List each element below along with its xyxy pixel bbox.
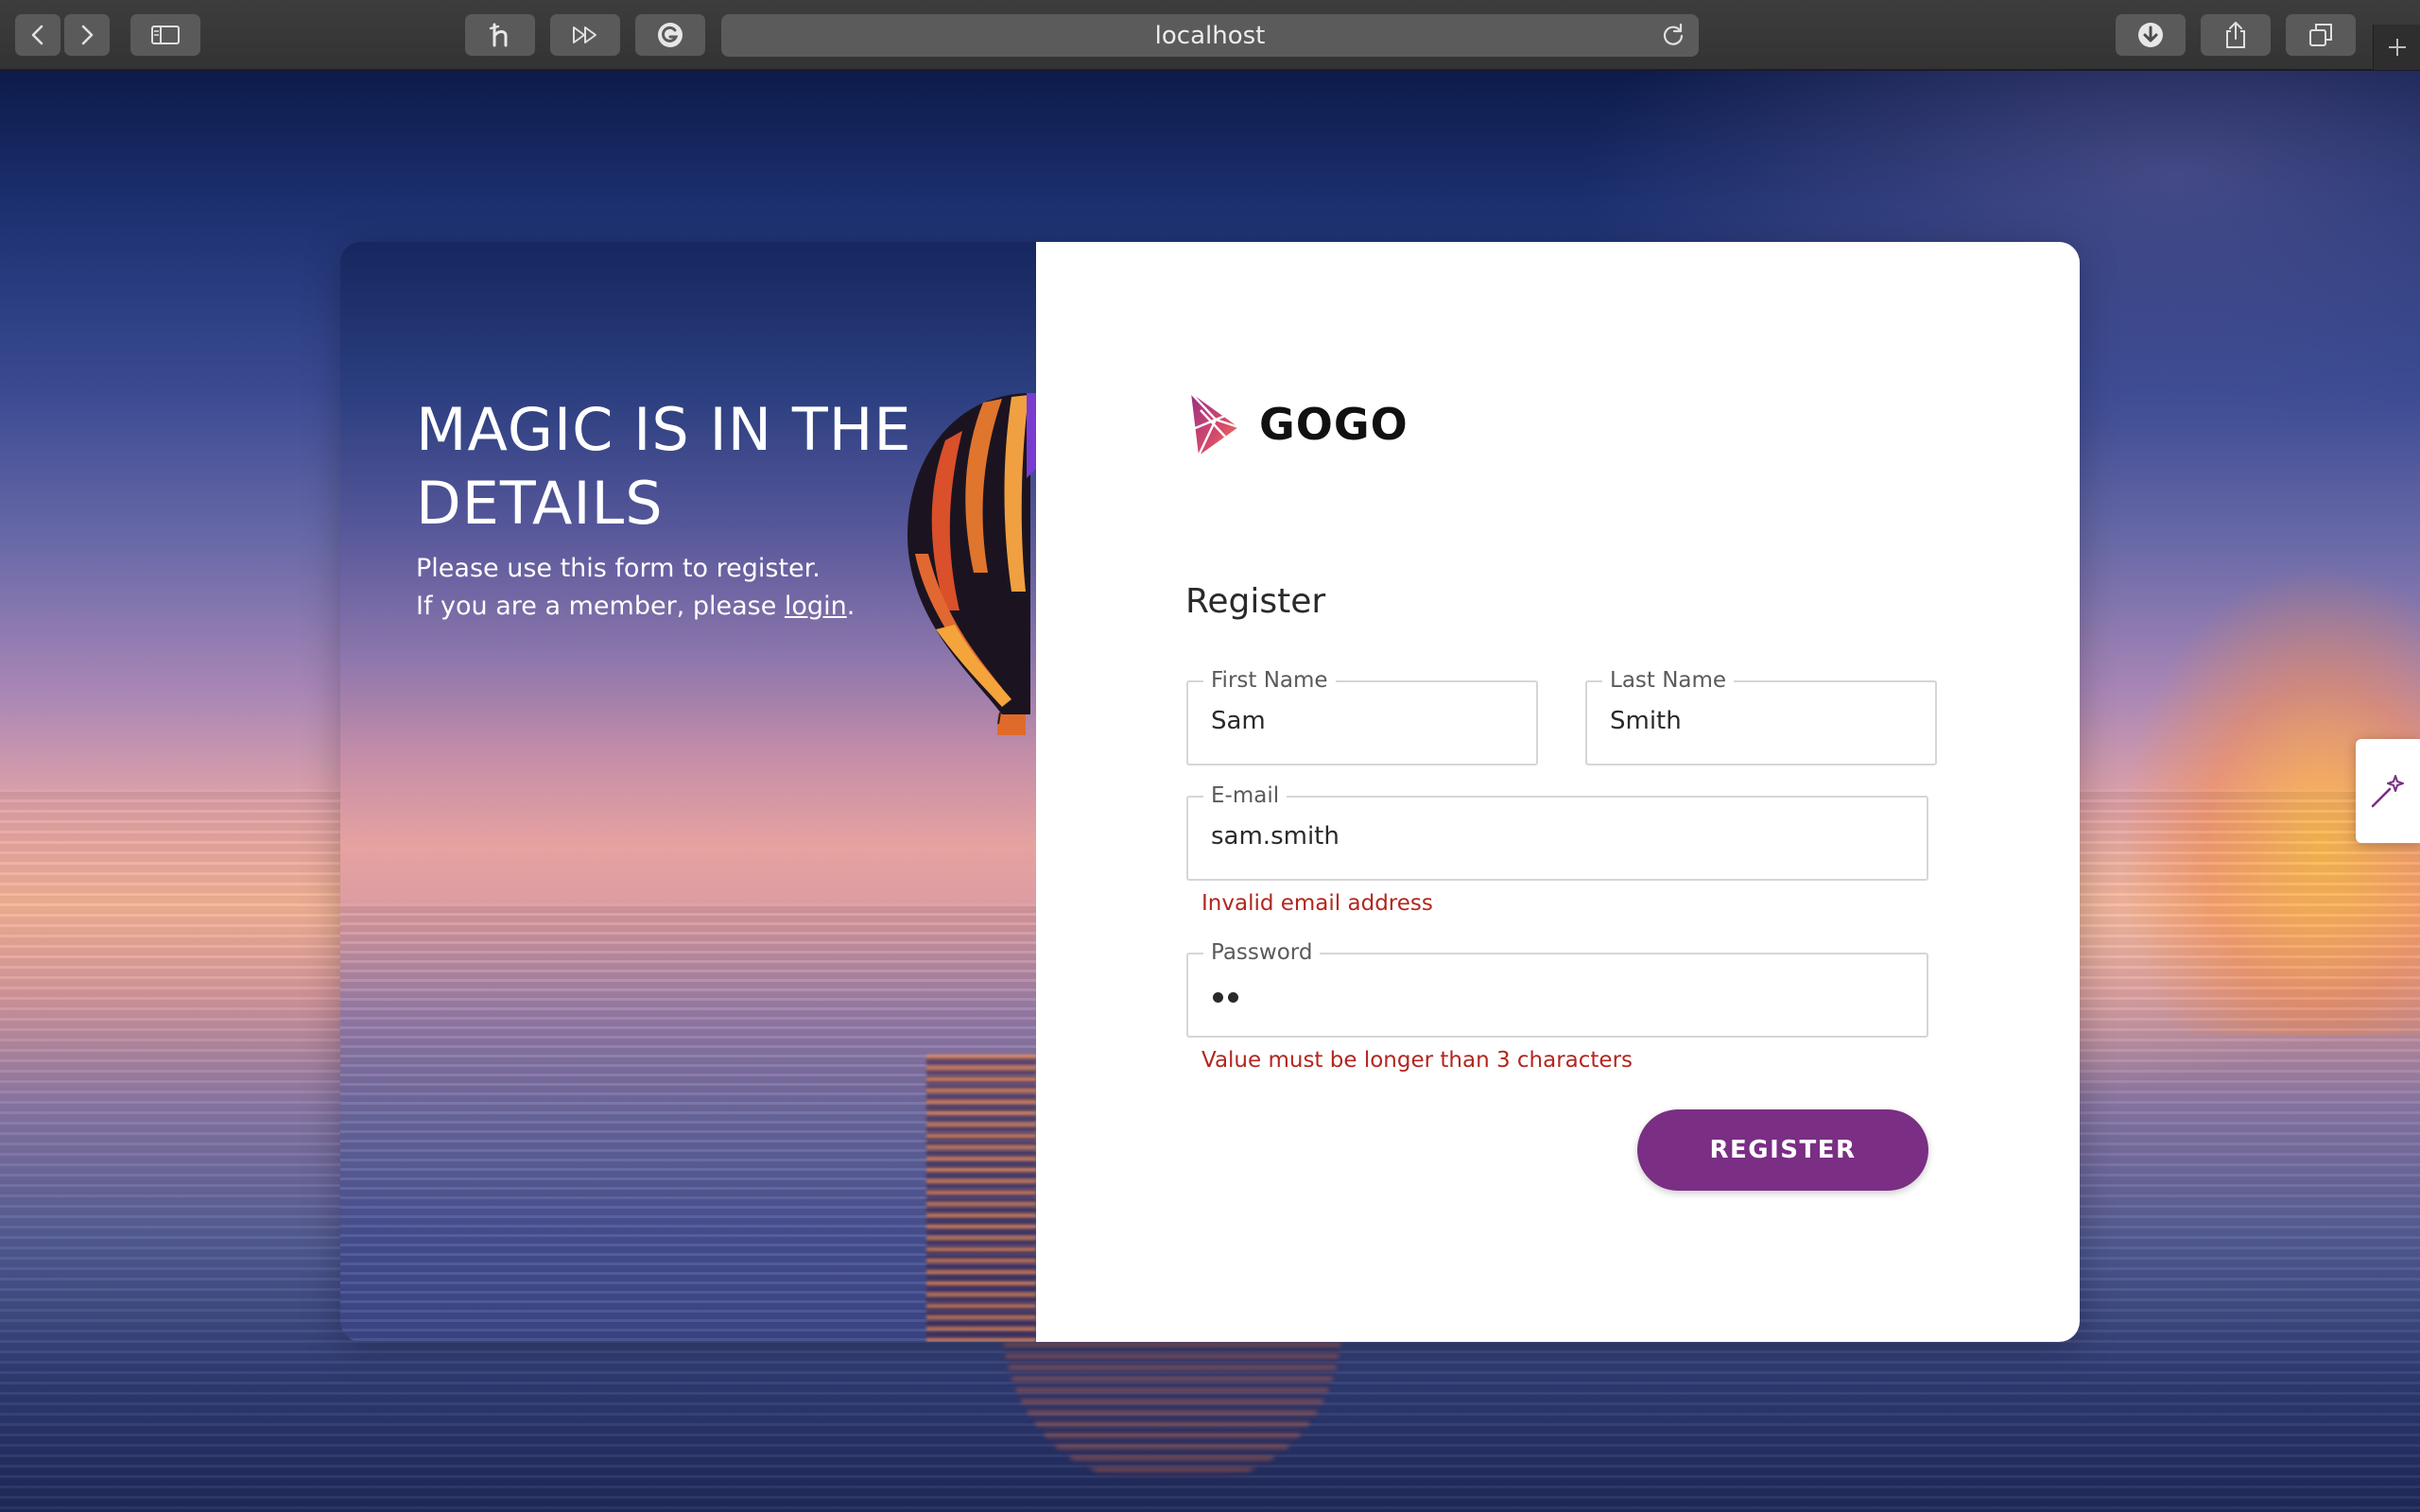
sidebar-button[interactable] <box>130 14 200 56</box>
first-name-input[interactable] <box>1211 707 1517 735</box>
magic-wand-icon <box>2371 775 2404 808</box>
download-button[interactable] <box>2116 14 2186 56</box>
new-tab-button[interactable] <box>2373 25 2420 70</box>
email-input[interactable] <box>1211 822 1908 850</box>
hero-text-line1: Please use this form to register. <box>416 554 821 583</box>
last-name-field[interactable]: Last Name <box>1585 667 1937 765</box>
register-form-panel: GOGO Register <box>1036 242 2080 1342</box>
hero-balloon-reflection <box>926 1055 1036 1342</box>
reload-button[interactable] <box>1661 23 1685 51</box>
new-tab-icon <box>2388 39 2406 56</box>
download-icon <box>2138 23 2163 47</box>
hero-text-prefix: If you are a member, please <box>416 592 785 621</box>
reload-icon <box>1663 23 1684 45</box>
back-icon <box>31 25 43 45</box>
magic-wand-widget[interactable] <box>2356 739 2420 843</box>
back-button[interactable] <box>15 14 60 56</box>
first-name-field[interactable]: First Name <box>1186 667 1538 765</box>
forward-button[interactable] <box>64 14 110 56</box>
sidebar-icon <box>151 26 180 44</box>
hero-image: MAGIC IS IN THE DETAILS Please use this … <box>340 242 1036 1342</box>
password-field[interactable]: Password <box>1186 939 1928 1038</box>
last-name-label: Last Name <box>1602 667 1735 694</box>
gogo-logo-icon <box>1190 392 1239 456</box>
email-error-message: Invalid email address <box>1201 891 1433 916</box>
hero-text-suffix: . <box>846 592 856 621</box>
tabs-icon <box>2309 24 2332 46</box>
hero-title: MAGIC IS IN THE DETAILS <box>416 395 912 538</box>
share-button[interactable] <box>2201 14 2271 56</box>
brand-logo: GOGO <box>1187 391 1409 457</box>
browser-toolbar: localhost <box>0 0 2420 70</box>
last-name-input[interactable] <box>1610 707 1916 735</box>
email-field[interactable]: E-mail <box>1186 782 1928 881</box>
tabs-button[interactable] <box>2286 14 2356 56</box>
honey-extension-button[interactable] <box>465 14 535 56</box>
hero-description: Please use this form to register. If you… <box>416 550 983 626</box>
password-dot <box>1228 992 1238 1003</box>
fast-forward-icon <box>573 26 596 43</box>
password-label: Password <box>1203 939 1321 966</box>
grammarly-button[interactable] <box>635 14 705 56</box>
honey-icon <box>489 23 508 47</box>
fast-forward-button[interactable] <box>550 14 620 56</box>
url-text: localhost <box>1154 21 1266 50</box>
forward-icon <box>81 25 94 45</box>
login-link[interactable]: login <box>785 592 847 621</box>
grammarly-icon <box>658 23 683 47</box>
password-error-message: Value must be longer than 3 characters <box>1201 1048 1634 1073</box>
form-title: Register <box>1185 582 1326 621</box>
register-button[interactable]: REGISTER <box>1637 1109 1928 1191</box>
share-icon <box>2226 22 2245 48</box>
brand-name: GOGO <box>1259 399 1409 450</box>
first-name-label: First Name <box>1203 667 1336 694</box>
hero-text-line2: If you are a member, please login. <box>416 588 983 626</box>
email-label: E-mail <box>1203 782 1288 809</box>
address-bar[interactable]: localhost <box>721 14 1699 57</box>
password-input[interactable] <box>1213 992 1238 1003</box>
password-dot <box>1213 992 1223 1003</box>
